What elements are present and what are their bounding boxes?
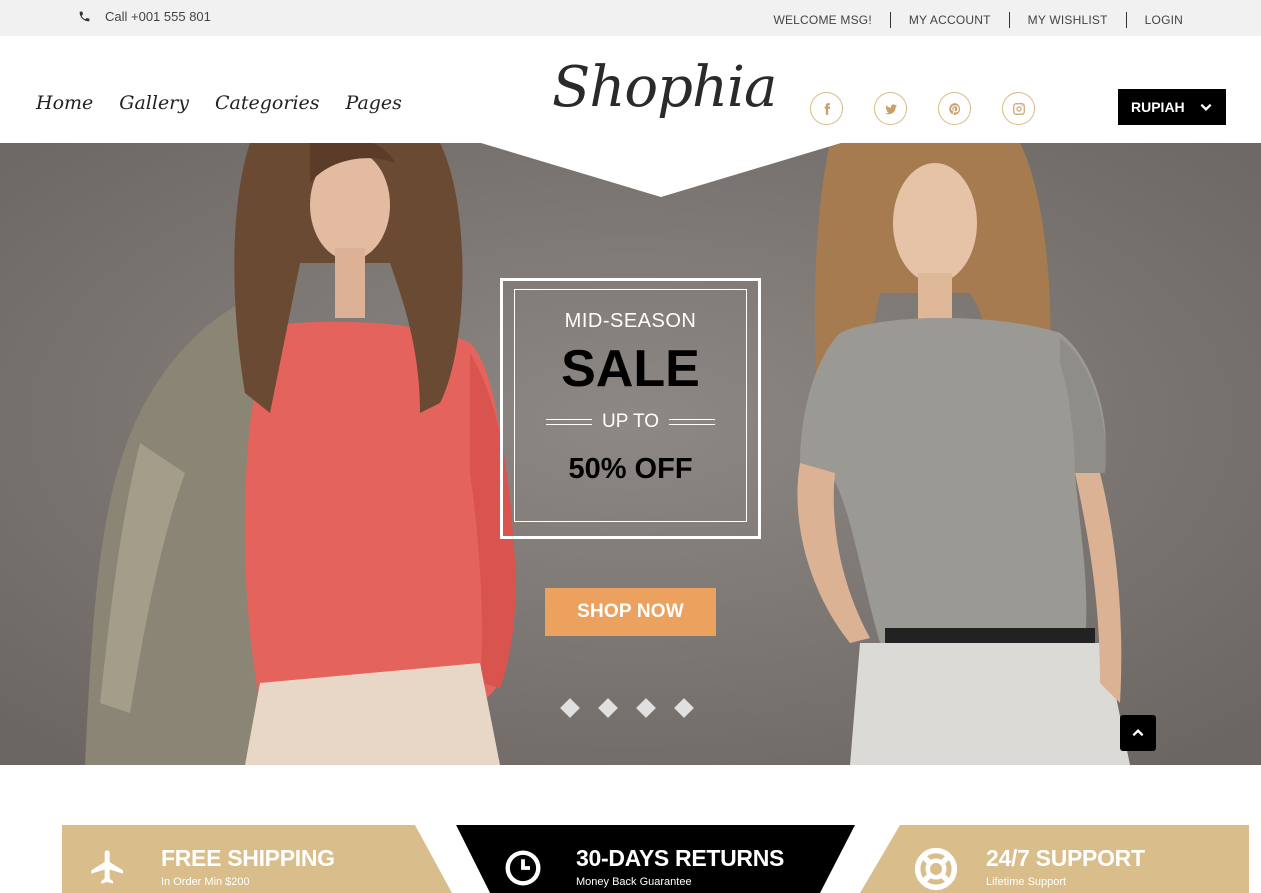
currency-label: RUPIAH xyxy=(1131,99,1185,115)
nav-item-categories[interactable]: Categories xyxy=(215,92,320,114)
feature-returns: 30-DAYS RETURNS Money Back Guarantee xyxy=(456,825,856,893)
welcome-link[interactable]: WELCOME MSG! xyxy=(755,13,889,27)
promo-inner-frame: MID-SEASON SALE UP TO 50% OFF xyxy=(514,289,747,522)
slider-dots xyxy=(560,698,694,718)
feature-free-shipping: FREE SHIPPING In Order Min $200 xyxy=(62,825,452,893)
features-strip: FREE SHIPPING In Order Min $200 30-DAYS … xyxy=(0,825,1261,893)
nav-item-home[interactable]: Home xyxy=(36,92,93,114)
airplane-icon xyxy=(91,850,123,884)
main-header: Home Gallery Categories Pages Shophia RU… xyxy=(0,36,1261,143)
phone-icon xyxy=(79,11,90,22)
slider-dot[interactable] xyxy=(636,698,656,718)
clock-icon xyxy=(505,850,541,886)
shop-now-button[interactable]: SHOP NOW xyxy=(545,588,716,636)
promo-up-to: UP TO xyxy=(515,411,746,433)
promo-discount: 50% OFF xyxy=(568,453,693,485)
divider xyxy=(669,419,716,425)
nav-item-pages[interactable]: Pages xyxy=(346,92,402,114)
main-nav: Home Gallery Categories Pages xyxy=(36,92,402,114)
slider-dot[interactable] xyxy=(560,698,580,718)
feature-desc: Money Back Guarantee xyxy=(576,876,692,888)
instagram-icon[interactable] xyxy=(1002,92,1035,125)
feature-title: 30-DAYS RETURNS xyxy=(576,845,785,871)
social-links xyxy=(810,92,1035,125)
feature-desc: In Order Min $200 xyxy=(161,876,250,888)
phone-text: Call +001 555 801 xyxy=(105,9,211,24)
slider-dot[interactable] xyxy=(674,698,694,718)
promo-subtitle: MID-SEASON xyxy=(564,310,697,332)
slider-dot[interactable] xyxy=(598,698,618,718)
pinterest-icon[interactable] xyxy=(938,92,971,125)
lifebuoy-icon xyxy=(914,847,958,891)
login-link[interactable]: LOGIN xyxy=(1127,13,1183,27)
top-bar: Call +001 555 801 WELCOME MSG! MY ACCOUN… xyxy=(0,0,1261,36)
promo-headline: SALE xyxy=(561,340,700,398)
promo-box: MID-SEASON SALE UP TO 50% OFF xyxy=(500,278,761,539)
feature-desc: Lifetime Support xyxy=(986,876,1067,888)
twitter-icon[interactable] xyxy=(874,92,907,125)
my-account-link[interactable]: MY ACCOUNT xyxy=(891,13,1009,27)
chevron-up-icon xyxy=(1132,729,1144,737)
promo-up-to-label: UP TO xyxy=(601,411,660,432)
phone-contact: Call +001 555 801 xyxy=(78,9,211,24)
nav-item-gallery[interactable]: Gallery xyxy=(119,92,189,114)
site-logo[interactable]: Shophia xyxy=(552,60,777,116)
account-links: WELCOME MSG! MY ACCOUNT MY WISHLIST LOGI… xyxy=(755,12,1183,28)
divider xyxy=(545,419,592,425)
feature-title: 24/7 SUPPORT xyxy=(986,845,1145,871)
facebook-icon[interactable] xyxy=(810,92,843,125)
my-wishlist-link[interactable]: MY WISHLIST xyxy=(1010,13,1126,27)
hero-banner: MID-SEASON SALE UP TO 50% OFF SHOP NOW xyxy=(0,143,1261,765)
chevron-down-icon xyxy=(1200,103,1212,111)
header-notch xyxy=(481,143,841,197)
feature-support: 24/7 SUPPORT Lifetime Support xyxy=(860,825,1249,893)
feature-title: FREE SHIPPING xyxy=(161,845,335,871)
currency-select[interactable]: RUPIAH xyxy=(1118,89,1226,125)
scroll-to-top-button[interactable] xyxy=(1120,715,1156,751)
